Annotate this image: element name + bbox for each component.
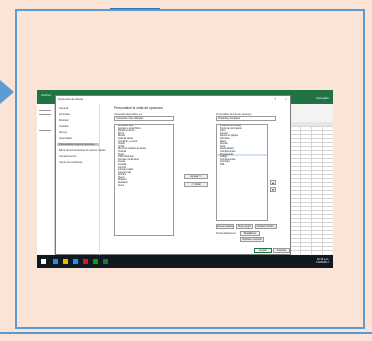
section-heading: Personalice la cinta de opciones. xyxy=(114,106,164,110)
nav-item[interactable]: Centro de confianza xyxy=(59,161,82,164)
search-icon[interactable] xyxy=(53,259,58,264)
clock-date: 13/05/2017 xyxy=(316,261,329,264)
screenshot-area: Archivo Compartir Opciones de Excel ? × … xyxy=(37,90,333,268)
help-icon[interactable]: ? xyxy=(274,97,276,101)
bottom-frame xyxy=(0,332,372,341)
app-icon[interactable] xyxy=(93,259,98,264)
ribbon-file-tab[interactable]: Archivo xyxy=(41,93,51,97)
excel-icon[interactable] xyxy=(103,259,108,264)
rename-button[interactable]: Cambiar nombre... xyxy=(255,224,277,229)
list-item[interactable]: XML xyxy=(217,164,267,167)
cancel-button[interactable]: Cancelar xyxy=(273,248,290,253)
new-tab-button[interactable]: Nueva pestaña xyxy=(216,224,234,229)
remove-button[interactable]: << Quitar xyxy=(184,182,208,187)
excel-options-dialog: Opciones de Excel ? × General Fórmulas Rev… xyxy=(55,95,291,255)
pointer-arrow-icon xyxy=(0,80,14,104)
nav-item[interactable]: Barra de herramientas de acceso rápido xyxy=(59,149,105,152)
nav-item[interactable]: Avanzadas xyxy=(59,137,72,140)
move-buttons: ▲ ▼ xyxy=(270,180,276,194)
commands-dropdown[interactable]: Comandos más utilizados xyxy=(114,116,174,121)
nav-item[interactable]: Complementos xyxy=(59,155,76,158)
excel-left-panel xyxy=(37,104,55,254)
edge-icon[interactable] xyxy=(73,259,78,264)
dialog-title: Opciones de Excel xyxy=(58,97,84,101)
nav-item[interactable]: Idioma xyxy=(59,131,67,134)
windows-start-icon[interactable] xyxy=(41,259,46,264)
nav-item[interactable]: Guardar xyxy=(59,125,69,128)
new-group-button[interactable]: Nuevo grupo xyxy=(236,224,253,229)
options-nav: General Fórmulas Revisión Guardar Idioma Avan… xyxy=(56,104,105,255)
commands-list[interactable]: Actualizar todo Agregar o quitar filtros A… xyxy=(114,124,174,236)
panel-line xyxy=(39,110,51,111)
nav-item[interactable]: Revisión xyxy=(59,119,69,122)
taskbar-clock: 10:16 a.m. 13/05/2017 xyxy=(316,258,329,264)
customizations-label: Personalizaciones: xyxy=(216,232,237,235)
move-down-icon[interactable]: ▼ xyxy=(270,187,276,192)
list-item[interactable]: Suma xyxy=(115,185,173,188)
panel-line xyxy=(39,130,51,131)
close-icon[interactable]: × xyxy=(285,97,287,101)
ok-button[interactable]: Aceptar xyxy=(254,248,272,253)
nav-item[interactable]: Fórmulas xyxy=(59,113,70,116)
ribbon-tabs-tree[interactable]: Pestañas principales Fondo de eliminación… xyxy=(216,124,268,221)
panel-line xyxy=(39,114,51,115)
move-up-icon[interactable]: ▲ xyxy=(270,180,276,185)
import-export-button[interactable]: Importar o exportar xyxy=(240,237,264,242)
windows-taskbar: 10:16 a.m. 13/05/2017 xyxy=(37,255,333,268)
ribbon-dropdown[interactable]: Pestañas principales xyxy=(216,116,276,121)
app-icon[interactable] xyxy=(83,259,88,264)
share-button[interactable]: Compartir xyxy=(316,96,329,100)
file-explorer-icon[interactable] xyxy=(63,259,68,264)
add-button[interactable]: Agregar >> xyxy=(184,174,208,179)
worksheet-grid[interactable] xyxy=(289,126,333,254)
nav-item[interactable]: General xyxy=(59,107,68,110)
nav-item[interactable]: Personalizar cinta de opciones xyxy=(57,143,99,146)
restore-button[interactable]: Restablecer xyxy=(240,231,260,236)
